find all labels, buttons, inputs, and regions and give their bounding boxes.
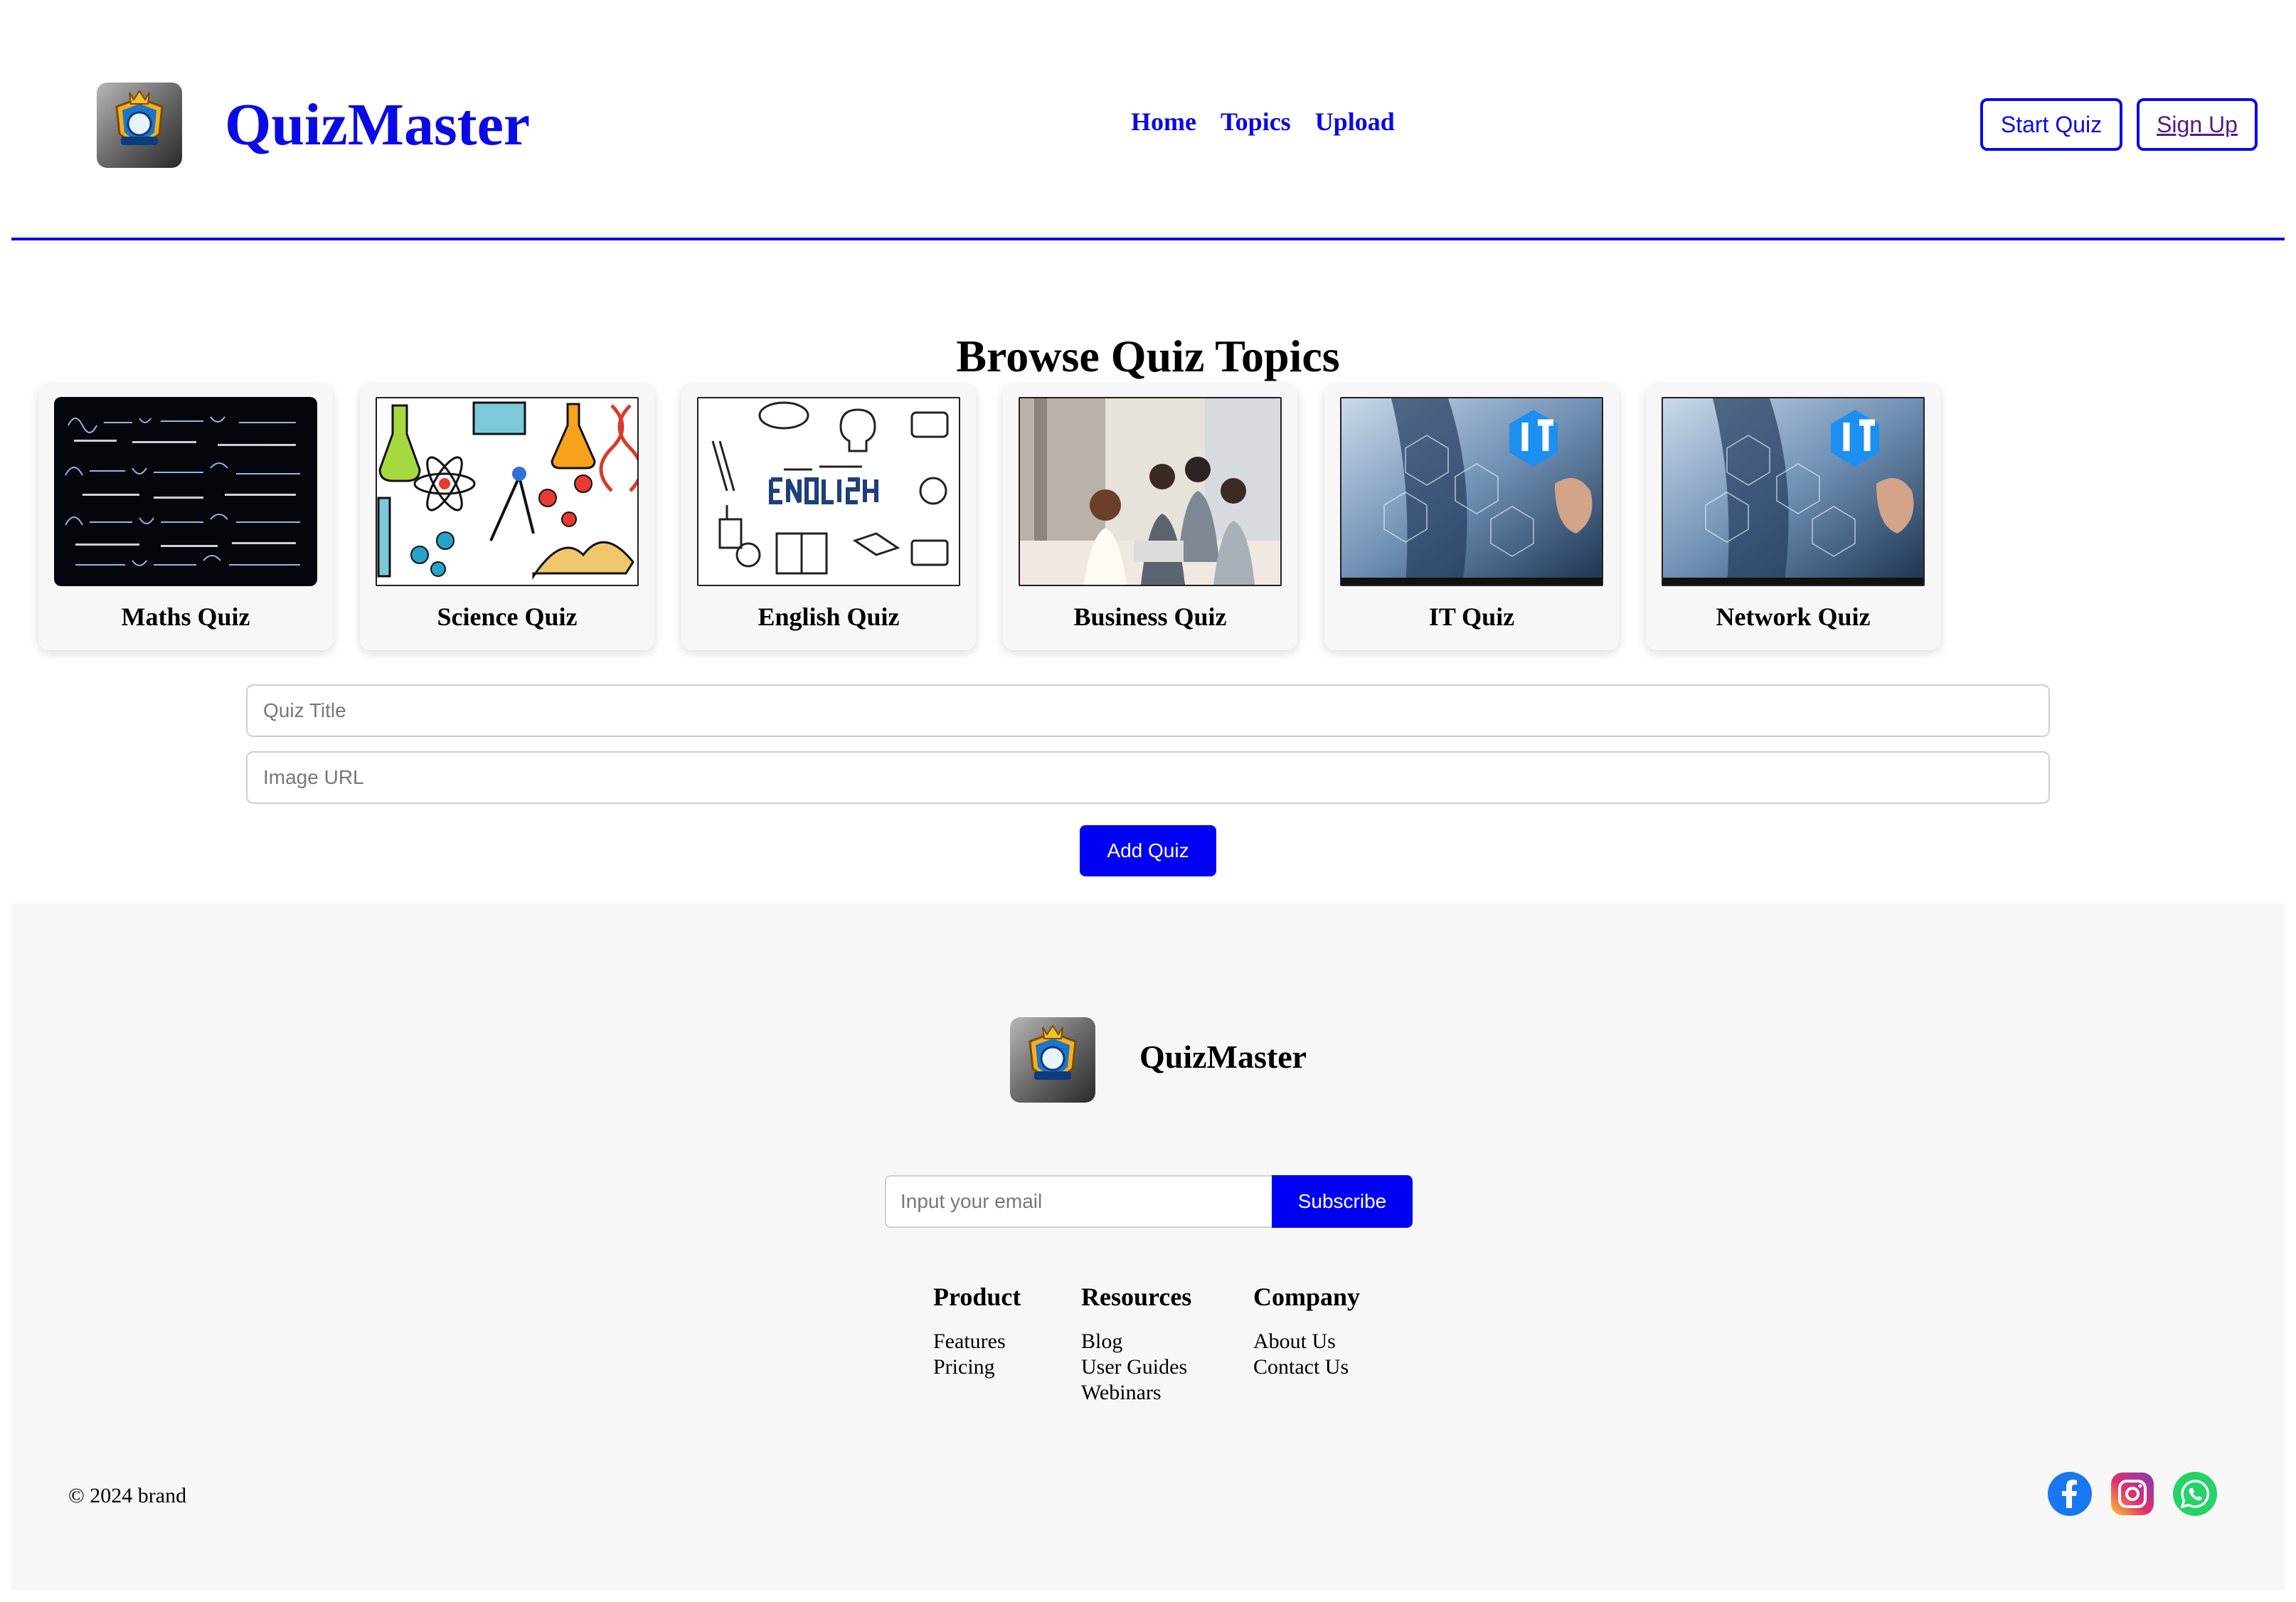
network-image [1662,397,1925,586]
quiz-title-input[interactable]: Quiz Title [246,684,2050,737]
copyright-text: © 2024 brand [68,1484,187,1507]
footer-heading: Product [933,1283,1021,1311]
topic-label: Maths Quiz [121,603,250,631]
site-header: QuizMaster Home Topics Upload Start Quiz… [0,0,2296,242]
footer-link-about-us[interactable]: About Us [1253,1329,1360,1354]
footer-heading: Company [1253,1283,1361,1311]
page-title: Browse Quiz Topics [956,330,1340,381]
business-image [1019,397,1282,586]
footer-logo-icon[interactable] [1010,1017,1095,1103]
footer-link-pricing[interactable]: Pricing [933,1354,1021,1380]
image-url-input[interactable]: Image URL [246,751,2050,804]
science-image [376,397,639,586]
sign-up-button[interactable]: Sign Up [2137,98,2258,151]
nav-home[interactable]: Home [1131,107,1196,137]
english-image [697,397,960,586]
topic-card-english[interactable]: English Quiz [681,384,976,650]
topic-label: IT Quiz [1428,603,1515,631]
whatsapp-icon[interactable] [2172,1471,2218,1517]
footer-link-features[interactable]: Features [933,1329,1021,1354]
footer-column-product: Product Features Pricing [933,1280,1021,1380]
topic-card-network[interactable]: Network Quiz [1646,384,1940,650]
site-footer: QuizMaster Input your email Subscribe Pr… [11,903,2285,1591]
subscribe-button[interactable]: Subscribe [1272,1175,1413,1228]
page: QuizMaster Home Topics Upload Start Quiz… [0,0,2296,1602]
topic-cards: Maths Quiz Science Quiz English Quiz Bus… [38,384,1940,650]
topic-label: Network Quiz [1716,603,1871,631]
topic-card-it[interactable]: IT Quiz [1324,384,1619,650]
start-quiz-button[interactable]: Start Quiz [1980,98,2122,151]
footer-column-company: Company About Us Contact Us [1253,1280,1360,1380]
header-divider [11,238,2285,240]
nav-topics[interactable]: Topics [1221,107,1291,137]
topic-card-business[interactable]: Business Quiz [1003,384,1297,650]
footer-link-contact-us[interactable]: Contact Us [1253,1354,1360,1380]
topic-label: Business Quiz [1073,603,1227,631]
maths-image [54,397,317,586]
logo-icon[interactable] [97,83,182,168]
footer-brand: QuizMaster [1139,1039,1307,1075]
footer-heading: Resources [1081,1283,1192,1311]
main-nav: Home Topics Upload [1131,107,1395,137]
topic-label: Science Quiz [437,603,578,631]
it-image [1340,397,1603,586]
footer-link-blog[interactable]: Blog [1081,1329,1191,1354]
topic-label: English Quiz [758,603,900,631]
footer-link-webinars[interactable]: Webinars [1081,1380,1191,1406]
topic-card-science[interactable]: Science Quiz [360,384,654,650]
email-input[interactable]: Input your email [885,1175,1272,1228]
facebook-icon[interactable] [2047,1471,2093,1517]
topic-card-maths[interactable]: Maths Quiz [38,384,333,650]
add-quiz-button[interactable]: Add Quiz [1080,825,1216,876]
instagram-icon[interactable] [2110,1471,2155,1517]
footer-column-resources: Resources Blog User Guides Webinars [1081,1280,1191,1406]
brand-name[interactable]: QuizMaster [225,90,530,161]
footer-link-user-guides[interactable]: User Guides [1081,1354,1191,1380]
nav-upload[interactable]: Upload [1315,107,1395,137]
